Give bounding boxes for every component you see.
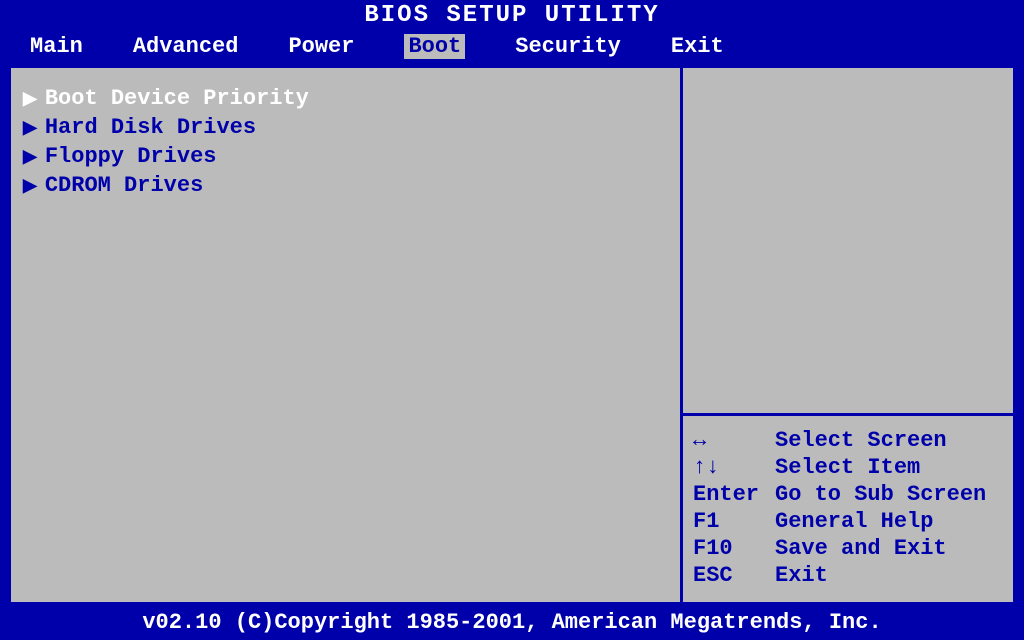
help-key-enter: Enter (693, 482, 765, 507)
option-label: CDROM Drives (45, 173, 203, 198)
submenu-arrow-icon: ▶ (23, 146, 37, 168)
help-row: ↑↓ Select Item (693, 455, 1003, 480)
menu-tab-main[interactable]: Main (30, 34, 83, 59)
help-keys-area: ↔ Select Screen ↑↓ Select Item Enter Go … (683, 416, 1013, 602)
help-key-esc: ESC (693, 563, 765, 588)
footer-bar: v02.10 (C)Copyright 1985-2001, American … (0, 605, 1024, 640)
help-row: F10 Save and Exit (693, 536, 1003, 561)
help-row: ESC Exit (693, 563, 1003, 588)
help-panel: ↔ Select Screen ↑↓ Select Item Enter Go … (683, 68, 1013, 602)
menu-tab-boot[interactable]: Boot (404, 34, 465, 59)
main-area: ▶ Boot Device Priority ▶ Hard Disk Drive… (8, 65, 1016, 605)
menu-tab-security[interactable]: Security (515, 34, 621, 59)
submenu-arrow-icon: ▶ (23, 88, 37, 110)
option-hard-disk-drives[interactable]: ▶ Hard Disk Drives (23, 115, 668, 140)
option-label: Floppy Drives (45, 144, 217, 169)
option-label: Boot Device Priority (45, 86, 309, 111)
help-desc: Go to Sub Screen (775, 482, 1003, 507)
menu-bar: Main Advanced Power Boot Security Exit (0, 31, 1024, 65)
help-desc: Save and Exit (775, 536, 1003, 561)
copyright-text: v02.10 (C)Copyright 1985-2001, American … (142, 610, 881, 635)
option-floppy-drives[interactable]: ▶ Floppy Drives (23, 144, 668, 169)
help-desc: Exit (775, 563, 1003, 588)
help-top-area (683, 68, 1013, 416)
menu-tab-power[interactable]: Power (288, 34, 354, 59)
help-key-f1: F1 (693, 509, 765, 534)
help-desc: Select Screen (775, 428, 1003, 453)
option-label: Hard Disk Drives (45, 115, 256, 140)
help-key-leftright: ↔ (693, 428, 765, 453)
option-boot-device-priority[interactable]: ▶ Boot Device Priority (23, 86, 668, 111)
help-desc: General Help (775, 509, 1003, 534)
options-panel: ▶ Boot Device Priority ▶ Hard Disk Drive… (11, 68, 683, 602)
help-key-f10: F10 (693, 536, 765, 561)
submenu-arrow-icon: ▶ (23, 117, 37, 139)
help-row: F1 General Help (693, 509, 1003, 534)
option-cdrom-drives[interactable]: ▶ CDROM Drives (23, 173, 668, 198)
app-title: BIOS SETUP UTILITY (364, 2, 659, 29)
title-bar: BIOS SETUP UTILITY (0, 0, 1024, 31)
help-row: Enter Go to Sub Screen (693, 482, 1003, 507)
submenu-arrow-icon: ▶ (23, 175, 37, 197)
menu-tab-exit[interactable]: Exit (671, 34, 724, 59)
help-desc: Select Item (775, 455, 1003, 480)
menu-tab-advanced[interactable]: Advanced (133, 34, 239, 59)
help-key-updown: ↑↓ (693, 455, 765, 480)
help-row: ↔ Select Screen (693, 428, 1003, 453)
